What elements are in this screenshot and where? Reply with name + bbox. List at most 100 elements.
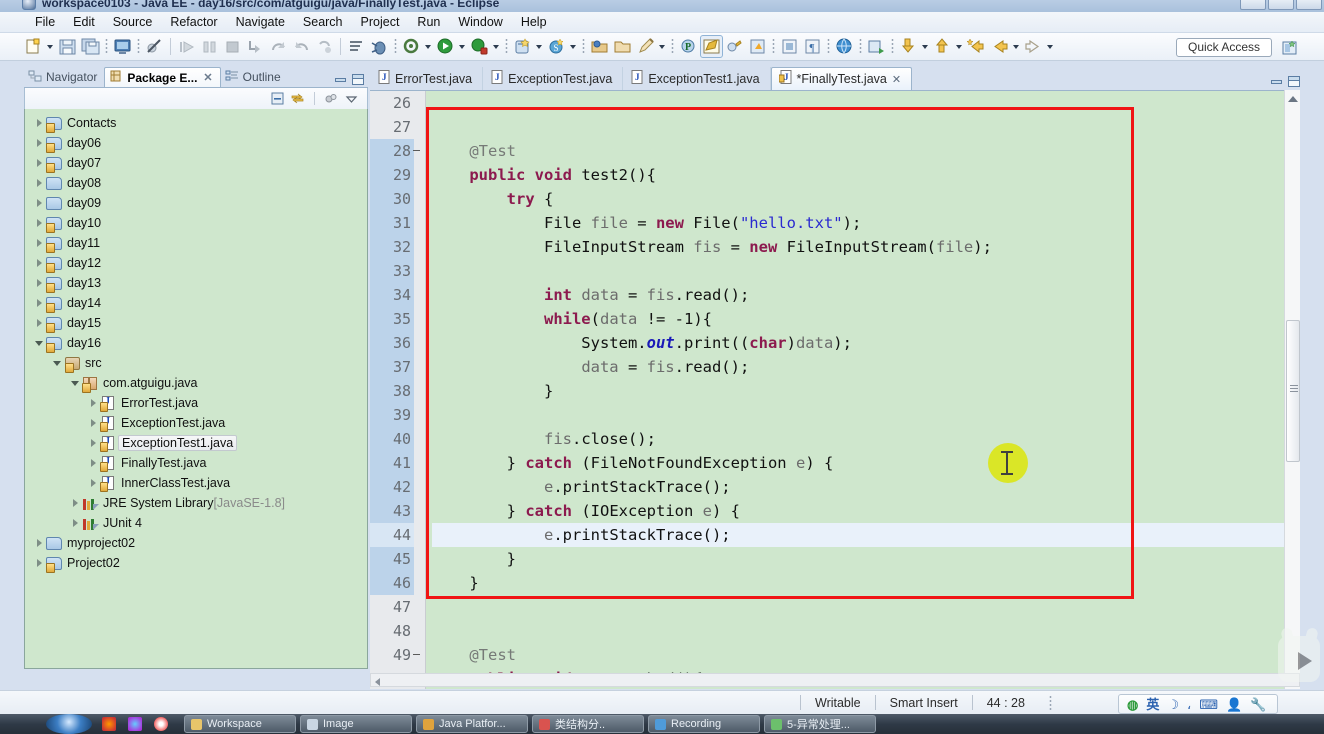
link-with-editor-icon[interactable]	[290, 91, 305, 106]
code-line[interactable]: e.printStackTrace();	[432, 475, 1300, 499]
tree-expander-icon[interactable]	[87, 433, 100, 453]
paragraph-mark-icon[interactable]: ¶	[802, 36, 823, 57]
punctuation-icon[interactable]: ،	[1187, 698, 1191, 711]
tree-expander-icon[interactable]	[33, 553, 46, 573]
menu-window[interactable]: Window	[449, 13, 511, 31]
ime-mode-label[interactable]: 英	[1146, 698, 1159, 711]
tree-item[interactable]: day06	[25, 133, 367, 153]
save-icon[interactable]	[57, 36, 78, 57]
code-line[interactable]: fis.close();	[432, 427, 1300, 451]
project-tree[interactable]: Contacts day06 day07 day08 day09 day10 day11 da…	[24, 109, 368, 669]
tree-expander-icon[interactable]	[33, 253, 46, 273]
open-type-icon[interactable]: P	[678, 36, 699, 57]
collapse-all-icon[interactable]	[270, 91, 285, 106]
code-line[interactable]: } catch (FileNotFoundException e) {	[432, 451, 1300, 475]
view-dropdown-icon[interactable]	[344, 91, 359, 106]
close-button[interactable]	[1296, 0, 1322, 10]
annotate-dropdown-icon[interactable]	[657, 36, 668, 57]
tree-item[interactable]: com.atguigu.java	[25, 373, 367, 393]
tree-expander-icon[interactable]	[87, 473, 100, 493]
upload-dropdown-icon[interactable]	[954, 36, 965, 57]
menu-project[interactable]: Project	[352, 13, 409, 31]
user-icon[interactable]: 👤	[1226, 698, 1242, 711]
code-line[interactable]	[432, 259, 1300, 283]
floating-recorder-widget[interactable]	[1276, 626, 1324, 690]
tree-expander-icon[interactable]	[69, 373, 82, 393]
tree-item[interactable]: day12	[25, 253, 367, 273]
code-line[interactable]: }	[432, 547, 1300, 571]
play-icon[interactable]	[1298, 652, 1312, 670]
ime-language-bar[interactable]: ◍ 英 ☽ ، ⌨ 👤 🔧	[1118, 694, 1278, 714]
code-line[interactable]: }	[432, 379, 1300, 403]
code-line[interactable]	[432, 619, 1300, 643]
tree-item[interactable]: ErrorTest.java	[25, 393, 367, 413]
maximize-view-icon[interactable]	[352, 74, 364, 85]
code-line[interactable]: e.printStackTrace();	[432, 523, 1300, 547]
code-line[interactable]: int data = fis.read();	[432, 283, 1300, 307]
code-line[interactable]	[432, 115, 1300, 139]
tree-expander-icon[interactable]	[33, 113, 46, 133]
code-line[interactable]: @Test	[432, 643, 1300, 667]
run-icon[interactable]	[435, 36, 456, 57]
maximize-editor-icon[interactable]	[1288, 76, 1300, 87]
close-icon[interactable]: ✕	[203, 71, 212, 84]
code-editor[interactable]: 26 27 28 29 30 31 32 33 34 35 36 37 38 39 40 41 42 43 44 45…	[370, 90, 1300, 689]
coverage-icon[interactable]	[512, 36, 533, 57]
tree-expander-icon[interactable]	[33, 213, 46, 233]
editor-tab[interactable]: J *FinallyTest.java ✕	[770, 67, 913, 90]
tree-item[interactable]: day15	[25, 313, 367, 333]
new-java-project-icon[interactable]	[589, 36, 610, 57]
tree-expander-icon[interactable]	[33, 273, 46, 293]
taskbar-task[interactable]: 5-异常处理...	[764, 715, 876, 733]
editor-tab[interactable]: J ErrorTest.java	[370, 67, 484, 90]
tree-expander-icon[interactable]	[33, 293, 46, 313]
tree-item[interactable]: day08	[25, 173, 367, 193]
tools-icon[interactable]: 🔧	[1250, 698, 1266, 711]
debug-as-icon[interactable]	[469, 36, 490, 57]
tree-expander-icon[interactable]	[33, 313, 46, 333]
start-button[interactable]	[46, 714, 92, 734]
tree-item[interactable]: day07	[25, 153, 367, 173]
tree-expander-icon[interactable]	[33, 153, 46, 173]
tree-item[interactable]: InnerClassTest.java	[25, 473, 367, 493]
debug-as-dropdown-icon[interactable]	[491, 36, 502, 57]
minimize-view-icon[interactable]	[335, 77, 346, 82]
menu-refactor[interactable]: Refactor	[161, 13, 226, 31]
menu-file[interactable]: File	[26, 13, 64, 31]
tree-item[interactable]: JRE System Library [JavaSE-1.8]	[25, 493, 367, 513]
tree-item[interactable]: day11	[25, 233, 367, 253]
scrollbar-thumb[interactable]	[1286, 320, 1300, 462]
tab-package-explorer[interactable]: Package E... ✕	[104, 67, 221, 87]
menu-edit[interactable]: Edit	[64, 13, 104, 31]
tree-item[interactable]: day09	[25, 193, 367, 213]
tree-expander-icon[interactable]	[33, 133, 46, 153]
download-arrow-icon[interactable]	[898, 36, 919, 57]
tree-expander-icon[interactable]	[33, 533, 46, 553]
scroll-up-icon[interactable]	[1288, 96, 1298, 102]
forward-icon[interactable]	[1023, 36, 1044, 57]
firefox-icon[interactable]	[102, 717, 116, 731]
debug-icon[interactable]	[369, 36, 390, 57]
editor-tab[interactable]: J ExceptionTest.java	[483, 67, 624, 90]
search-icon[interactable]: S	[546, 36, 567, 57]
maximize-button[interactable]	[1268, 0, 1294, 10]
menu-navigate[interactable]: Navigate	[227, 13, 294, 31]
back-dropdown-icon[interactable]	[1011, 36, 1022, 57]
tree-item[interactable]: myproject02	[25, 533, 367, 553]
chrome-icon[interactable]	[154, 717, 168, 731]
forward-dropdown-icon[interactable]	[1045, 36, 1056, 57]
media-icon[interactable]	[128, 717, 142, 731]
tree-item[interactable]: JUnit 4	[25, 513, 367, 533]
menu-run[interactable]: Run	[408, 13, 449, 31]
code-text[interactable]: @Test public void test2(){ try { File fi…	[426, 91, 1300, 689]
back-icon[interactable]	[989, 36, 1010, 57]
taskbar-task[interactable]: Image	[300, 715, 412, 733]
skip-breakpoints-icon[interactable]	[144, 36, 165, 57]
editor-tab[interactable]: J ExceptionTest1.java	[623, 67, 771, 90]
code-line[interactable]: System.out.print((char)data);	[432, 331, 1300, 355]
external-tools-dropdown-icon[interactable]	[423, 36, 434, 57]
tree-item[interactable]: day14	[25, 293, 367, 313]
code-line[interactable]: data = fis.read();	[432, 355, 1300, 379]
next-annotation-icon[interactable]	[779, 36, 800, 57]
open-perspective-icon[interactable]	[866, 36, 887, 57]
